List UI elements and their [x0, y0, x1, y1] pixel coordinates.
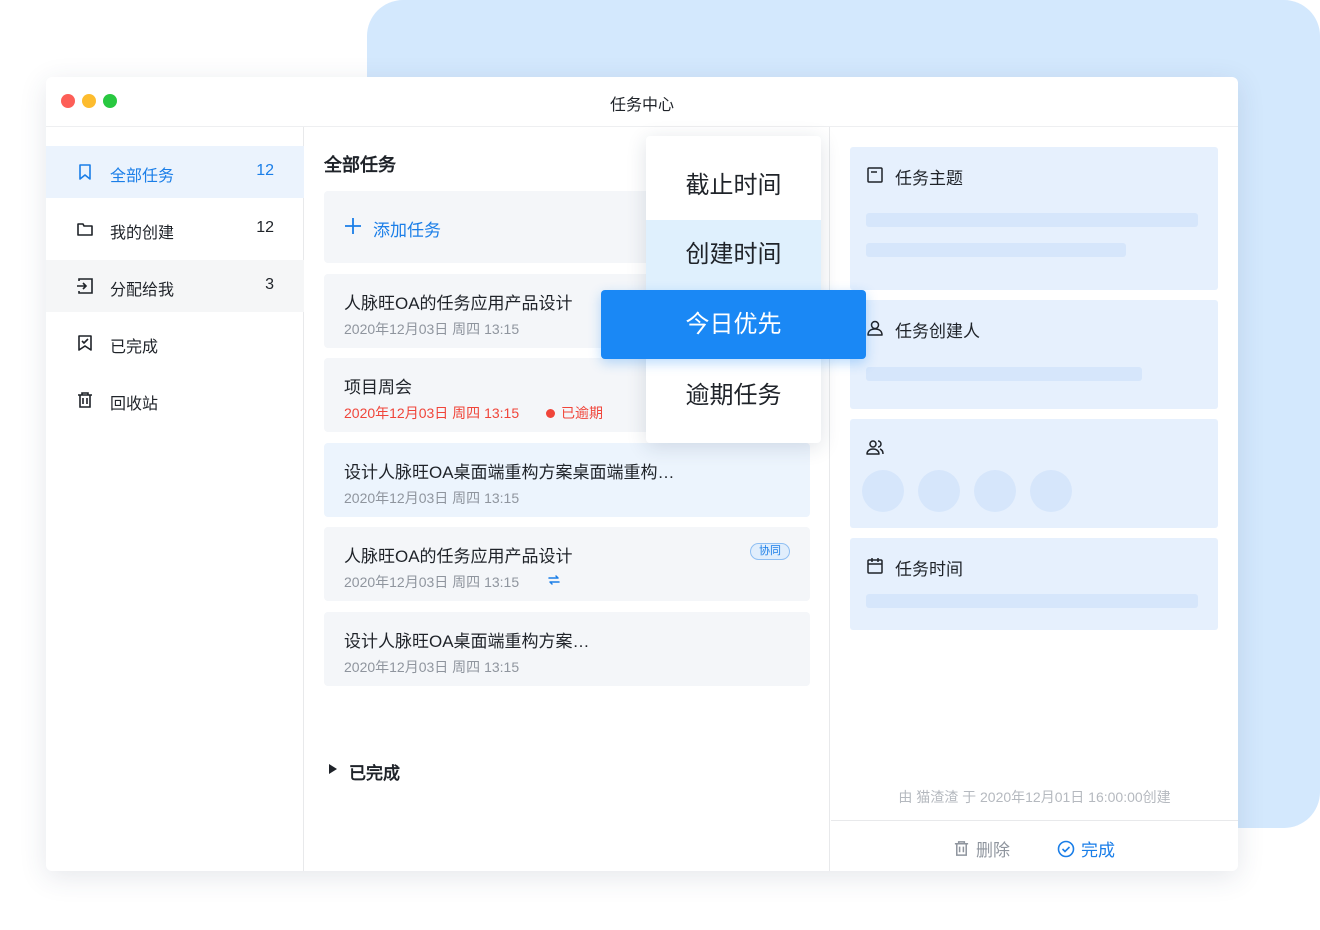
- task-detail-panel: 任务主题 任务创建人 任务时间 由 猫渣渣 于 2020年12月01日 16:0…: [831, 127, 1238, 871]
- calendar-icon: [867, 558, 883, 574]
- task-title: 人脉旺OA的任务应用产品设计: [344, 547, 573, 566]
- delete-label: 删除: [976, 841, 1010, 860]
- trash-icon: [78, 392, 92, 408]
- task-center-window: 任务中心 全部任务 12 我的创建 12 分配给我 3 已完成 回收站 全部任务: [46, 77, 1238, 871]
- avatar-placeholder: [974, 470, 1016, 512]
- subject-label: 任务主题: [895, 169, 963, 188]
- users-icon: [866, 440, 884, 455]
- sidebar-item-label: 分配给我: [110, 282, 175, 299]
- document-icon: [867, 167, 883, 183]
- sidebar-item-label: 我的创建: [110, 225, 175, 242]
- placeholder-bar: [866, 367, 1142, 381]
- task-date: 2020年12月03日 周四 13:15: [344, 574, 520, 590]
- sidebar-item-completed[interactable]: 已完成: [46, 317, 304, 369]
- list-title: 全部任务: [324, 155, 396, 175]
- task-card[interactable]: 设计人脉旺OA桌面端重构方案桌面端重构… 2020年12月03日 周四 13:1…: [324, 443, 810, 517]
- time-label: 任务时间: [895, 560, 963, 579]
- sidebar-item-count: 3: [265, 276, 274, 293]
- add-task-label: 添加任务: [373, 221, 441, 240]
- sidebar: 全部任务 12 我的创建 12 分配给我 3 已完成 回收站: [46, 127, 304, 871]
- trash-icon: [954, 841, 969, 856]
- sidebar-item-label: 全部任务: [110, 168, 175, 185]
- task-date: 2020年12月03日 周四 13:15: [344, 405, 520, 421]
- sidebar-item-all-tasks[interactable]: 全部任务 12: [46, 146, 304, 198]
- sidebar-item-trash[interactable]: 回收站: [46, 374, 304, 426]
- avatar-placeholder: [862, 470, 904, 512]
- collaboration-tag: 协同: [750, 543, 790, 560]
- task-date: 2020年12月03日 周四 13:15: [344, 321, 520, 337]
- sort-option-created-time[interactable]: 创建时间: [646, 220, 821, 290]
- sidebar-item-label: 已完成: [110, 339, 159, 356]
- user-icon: [867, 320, 883, 336]
- assign-icon: [77, 278, 93, 294]
- complete-label: 完成: [1081, 841, 1115, 860]
- bookmark-check-icon: [78, 335, 92, 351]
- overdue-badge: 已逾期: [546, 403, 603, 423]
- repeat-icon: [548, 575, 560, 585]
- created-meta: 由 猫渣渣 于 2020年12月01日 16:00:00创建: [898, 789, 1171, 805]
- placeholder-bar: [866, 213, 1198, 227]
- task-title: 项目周会: [344, 378, 412, 397]
- overdue-label: 已逾期: [561, 405, 603, 421]
- folder-icon: [77, 223, 93, 236]
- sidebar-item-my-created[interactable]: 我的创建 12: [46, 203, 304, 255]
- sort-option-deadline[interactable]: 截止时间: [646, 151, 821, 221]
- detail-footer: 删除 完成: [831, 820, 1238, 871]
- participants-card: [850, 419, 1218, 528]
- avatar-placeholder: [1030, 470, 1072, 512]
- window-title: 任务中心: [609, 97, 674, 114]
- sort-option-overdue[interactable]: 逾期任务: [646, 361, 821, 431]
- plus-icon: [345, 218, 361, 234]
- creator-label: 任务创建人: [895, 322, 980, 341]
- sort-option-today-priority[interactable]: 今日优先: [601, 290, 866, 359]
- triangle-right-icon: [329, 764, 337, 774]
- title-bar: 任务中心: [46, 77, 1238, 127]
- task-title: 人脉旺OA的任务应用产品设计: [344, 294, 573, 313]
- delete-button[interactable]: 删除: [953, 836, 1010, 861]
- task-date: 2020年12月03日 周四 13:15: [344, 659, 520, 675]
- task-card[interactable]: 设计人脉旺OA桌面端重构方案… 2020年12月03日 周四 13:15: [324, 612, 810, 686]
- sidebar-item-assigned-to-me[interactable]: 分配给我 3: [46, 260, 304, 312]
- subject-card: 任务主题: [850, 147, 1218, 290]
- sidebar-item-count: 12: [256, 219, 274, 236]
- creator-card: 任务创建人: [850, 300, 1218, 409]
- completed-section-label: 已完成: [349, 764, 400, 783]
- complete-button[interactable]: 完成: [1057, 836, 1115, 861]
- task-title: 设计人脉旺OA桌面端重构方案桌面端重构…: [344, 463, 675, 482]
- bookmark-icon: [79, 164, 91, 180]
- check-circle-icon: [1057, 840, 1075, 857]
- task-date: 2020年12月03日 周四 13:15: [344, 490, 520, 506]
- placeholder-bar: [866, 243, 1126, 257]
- time-card: 任务时间: [850, 538, 1218, 630]
- task-card[interactable]: 人脉旺OA的任务应用产品设计 协同 2020年12月03日 周四 13:15: [324, 527, 810, 601]
- avatar-placeholder: [918, 470, 960, 512]
- sidebar-item-count: 12: [256, 162, 274, 179]
- sidebar-item-label: 回收站: [110, 396, 159, 413]
- task-title: 设计人脉旺OA桌面端重构方案…: [344, 632, 590, 651]
- overdue-dot-icon: [546, 409, 555, 418]
- placeholder-bar: [866, 594, 1198, 608]
